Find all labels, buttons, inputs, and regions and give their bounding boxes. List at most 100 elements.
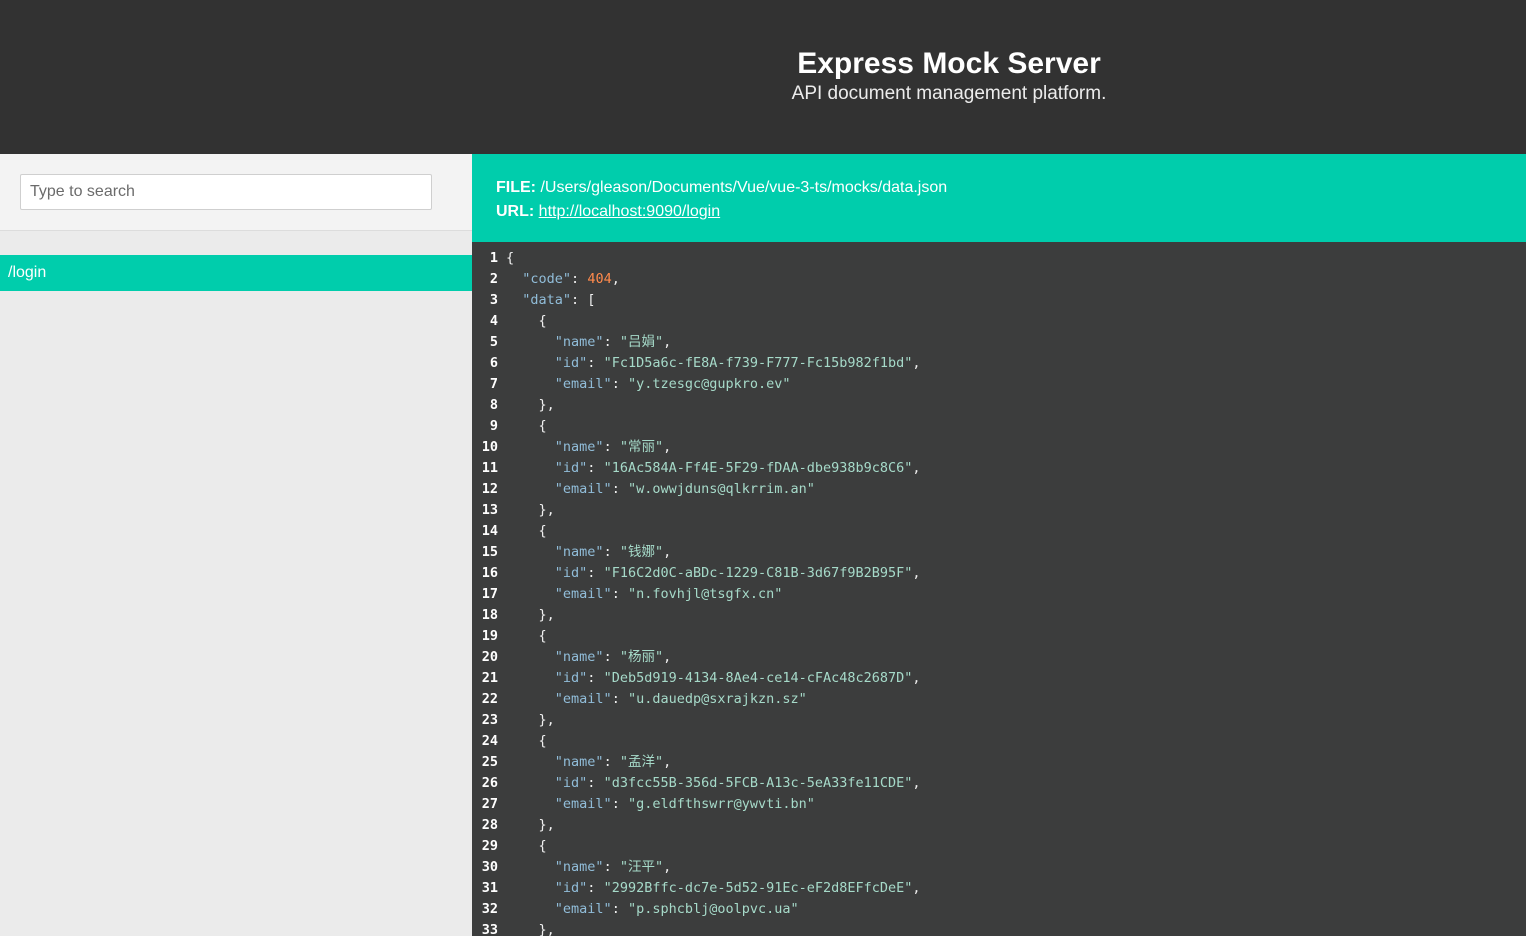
code-line: 21 "id": "Deb5d919-4134-8Ae4-ce14-cFAc48… bbox=[472, 668, 1526, 689]
code-token: { bbox=[506, 838, 547, 854]
code-token: }, bbox=[506, 397, 555, 413]
line-number: 33 bbox=[481, 922, 498, 936]
line-text: "name": "常丽", bbox=[506, 437, 671, 458]
code-token: : bbox=[611, 376, 628, 392]
code-token: "email" bbox=[554, 376, 612, 392]
code-line: 5 "name": "吕娟", bbox=[472, 332, 1526, 353]
code-line: 16 "id": "F16C2d0C-aBDc-1229-C81B-3d67f9… bbox=[472, 563, 1526, 584]
line-text: "id": "d3fcc55B-356d-5FCB-A13c-5eA33fe11… bbox=[506, 773, 921, 794]
code-line: 19 { bbox=[472, 626, 1526, 647]
line-text: "email": "w.owwjduns@qlkrrim.an" bbox=[506, 479, 815, 500]
code-token: { bbox=[506, 250, 515, 266]
code-token: , bbox=[912, 565, 921, 581]
code-line: 3 "data": [ bbox=[472, 290, 1526, 311]
line-text: { bbox=[506, 626, 547, 647]
code-token: : [ bbox=[571, 292, 596, 308]
code-token: , bbox=[611, 271, 620, 287]
code-token: "吕娟" bbox=[619, 334, 664, 350]
code-line: 29 { bbox=[472, 836, 1526, 857]
code-token: { bbox=[506, 523, 547, 539]
line-text: { bbox=[506, 521, 547, 542]
line-number: 14 bbox=[481, 523, 498, 539]
code-token: "data" bbox=[522, 292, 572, 308]
url-label: URL: bbox=[496, 203, 535, 220]
line-text: { bbox=[506, 248, 514, 269]
app-header: Express Mock Server API document managem… bbox=[0, 0, 1526, 154]
code-token: : bbox=[603, 649, 620, 665]
file-path: /Users/gleason/Documents/Vue/vue-3-ts/mo… bbox=[540, 179, 948, 196]
line-text: }, bbox=[506, 920, 555, 936]
page-title: Express Mock Server bbox=[797, 47, 1101, 80]
url-link[interactable]: http://localhost:9090/login bbox=[539, 203, 720, 220]
line-number: 28 bbox=[481, 817, 498, 833]
code-token: : bbox=[603, 334, 620, 350]
code-token: : bbox=[611, 691, 628, 707]
code-token: , bbox=[912, 670, 921, 686]
code-token: "code" bbox=[522, 271, 572, 287]
sidebar: /login bbox=[0, 154, 472, 936]
line-text: "name": "孟洋", bbox=[506, 752, 671, 773]
line-text: "id": "Deb5d919-4134-8Ae4-ce14-cFAc48c26… bbox=[506, 668, 921, 689]
line-text: { bbox=[506, 311, 547, 332]
code-token: : bbox=[571, 271, 588, 287]
line-number: 29 bbox=[481, 838, 498, 854]
json-code-viewer: 1{2 "code": 404, 3 "data": [4 {5 "name": … bbox=[472, 242, 1526, 936]
code-line: 31 "id": "2992Bffc-dc7e-5d52-91Ec-eF2d8E… bbox=[472, 878, 1526, 899]
code-token: "id" bbox=[554, 775, 588, 791]
line-number: 21 bbox=[481, 670, 498, 686]
line-number: 7 bbox=[489, 376, 498, 392]
code-line: 33 }, bbox=[472, 920, 1526, 936]
code-line: 6 "id": "Fc1D5a6c-fE8A-f739-F777-Fc15b98… bbox=[472, 353, 1526, 374]
line-text: "email": "g.eldfthswrr@ywvti.bn" bbox=[506, 794, 815, 815]
line-number: 31 bbox=[481, 880, 498, 896]
line-number: 16 bbox=[481, 565, 498, 581]
line-text: "email": "n.fovhjl@tsgfx.cn" bbox=[506, 584, 783, 605]
code-token: , bbox=[912, 880, 921, 896]
code-token: "email" bbox=[554, 481, 612, 497]
route-item-login[interactable]: /login bbox=[0, 255, 472, 291]
code-token: : bbox=[611, 586, 628, 602]
code-token: "name" bbox=[554, 649, 604, 665]
line-number: 8 bbox=[489, 397, 498, 413]
code-token: { bbox=[506, 418, 547, 434]
code-line: 11 "id": "16Ac584A-Ff4E-5F29-fDAA-dbe938… bbox=[472, 458, 1526, 479]
line-number: 32 bbox=[481, 901, 498, 917]
code-token: : bbox=[611, 796, 628, 812]
line-number: 25 bbox=[481, 754, 498, 770]
code-token: , bbox=[663, 649, 672, 665]
line-number: 13 bbox=[481, 502, 498, 518]
search-input[interactable] bbox=[20, 174, 432, 210]
code-token: "汪平" bbox=[619, 859, 664, 875]
code-token: : bbox=[611, 481, 628, 497]
code-token: : bbox=[587, 670, 604, 686]
code-token: "email" bbox=[554, 901, 612, 917]
line-text: }, bbox=[506, 815, 555, 836]
line-number: 11 bbox=[481, 460, 498, 476]
code-line: 28 }, bbox=[472, 815, 1526, 836]
code-token: : bbox=[603, 859, 620, 875]
line-text: }, bbox=[506, 500, 555, 521]
code-token: , bbox=[663, 544, 672, 560]
code-token: "钱娜" bbox=[619, 544, 664, 560]
code-token: "w.owwjduns@qlkrrim.an" bbox=[627, 481, 815, 497]
url-info: URL: http://localhost:9090/login bbox=[496, 200, 1526, 224]
code-token: : bbox=[587, 355, 604, 371]
code-token: : bbox=[603, 544, 620, 560]
line-text: { bbox=[506, 836, 547, 857]
line-text: { bbox=[506, 731, 547, 752]
line-text: "name": "汪平", bbox=[506, 857, 671, 878]
route-info-bar: FILE: /Users/gleason/Documents/Vue/vue-3… bbox=[472, 154, 1526, 242]
line-number: 5 bbox=[489, 334, 498, 350]
